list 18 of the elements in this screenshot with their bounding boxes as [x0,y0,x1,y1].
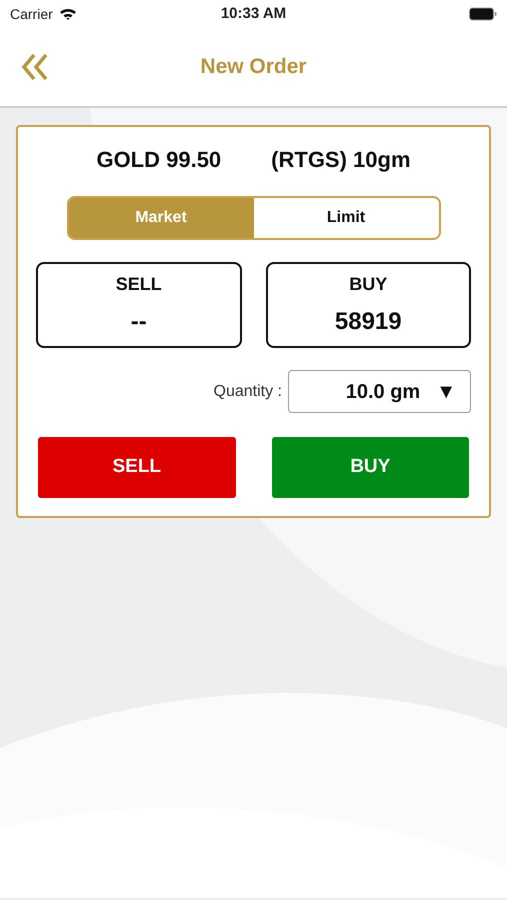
quote-value: -- [130,306,147,336]
order-type-tab[interactable]: Market [68,198,254,238]
quote-label: BUY [349,272,388,296]
quote-label: SELL [116,272,162,296]
page-title: New Order [200,54,307,80]
quote-value: 58919 [334,306,402,336]
wifi-icon [58,7,77,21]
product-name: GOLD 99.50 [96,146,222,174]
carrier-label: Carrier [10,4,53,24]
battery-icon [469,7,497,21]
status-time: 10:33 AM [220,4,286,24]
back-button[interactable] [20,52,50,82]
quantity-dropdown[interactable]: 10.0 gm ▼ [288,370,471,413]
contract-name: (RTGS) 10gm [271,146,411,174]
quantity-label: Quantity : [214,382,282,402]
double-chevron-left-icon [20,52,50,82]
buy-button[interactable]: BUY [272,437,469,498]
sell-button[interactable]: SELL [38,437,236,498]
